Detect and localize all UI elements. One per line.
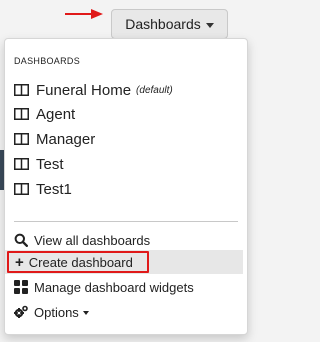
create-dashboard-item[interactable]: + Create dashboard bbox=[7, 251, 149, 273]
widgets-grid-icon bbox=[14, 280, 28, 294]
book-icon bbox=[14, 183, 29, 195]
menu-section-header: DASHBOARDS bbox=[14, 56, 81, 66]
book-icon bbox=[14, 108, 29, 120]
view-all-dashboards-item[interactable]: View all dashboards bbox=[14, 229, 150, 251]
gears-icon bbox=[14, 305, 28, 318]
dashboards-button-label: Dashboards bbox=[125, 16, 201, 32]
dashboard-item-label: Test bbox=[36, 155, 64, 173]
dashboards-dropdown-button[interactable]: Dashboards bbox=[111, 9, 228, 39]
dashboard-item-manager[interactable]: Manager bbox=[14, 127, 95, 151]
dashboard-item-label: Agent bbox=[36, 105, 76, 123]
book-icon bbox=[14, 133, 29, 145]
dashboard-item-test[interactable]: Test bbox=[14, 152, 64, 176]
options-label: Options bbox=[34, 304, 79, 320]
dashboard-item-funeral-home[interactable]: Funeral Home (default) bbox=[14, 78, 173, 102]
dashboard-item-agent[interactable]: Agent bbox=[14, 102, 75, 126]
dashboards-dropdown-menu: DASHBOARDS Funeral Home (default) Agent … bbox=[4, 38, 248, 335]
manage-widgets-label: Manage dashboard widgets bbox=[34, 279, 194, 295]
options-item[interactable]: Options bbox=[14, 301, 89, 323]
dashboard-item-label: Funeral Home bbox=[36, 81, 132, 99]
plus-icon: + bbox=[15, 253, 24, 271]
book-icon bbox=[14, 158, 29, 170]
create-dashboard-label: Create dashboard bbox=[28, 254, 133, 270]
annotation-arrow-icon bbox=[65, 9, 103, 19]
dashboard-item-label: Manager bbox=[36, 130, 96, 148]
caret-down-icon bbox=[82, 311, 89, 315]
book-icon bbox=[14, 84, 29, 96]
manage-widgets-item[interactable]: Manage dashboard widgets bbox=[14, 276, 194, 298]
view-all-label: View all dashboards bbox=[34, 232, 151, 248]
default-note: (default) bbox=[136, 84, 173, 96]
caret-down-icon bbox=[205, 22, 214, 28]
search-icon bbox=[14, 233, 28, 247]
dashboard-item-label: Test1 bbox=[36, 180, 72, 198]
dashboard-item-test1[interactable]: Test1 bbox=[14, 177, 72, 201]
menu-divider bbox=[14, 221, 238, 222]
